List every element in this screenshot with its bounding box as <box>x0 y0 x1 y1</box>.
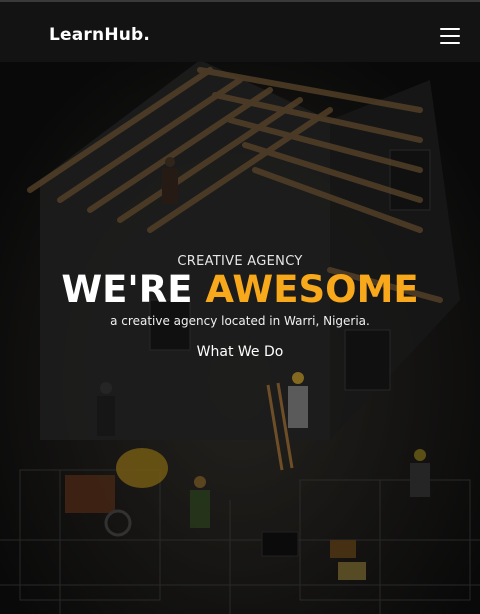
menu-bar-middle <box>440 35 460 37</box>
hero-eyebrow: CREATIVE AGENCY <box>177 254 303 269</box>
headline-white-text: WE'RE <box>61 268 193 311</box>
what-we-do-link[interactable]: What We Do <box>190 341 290 363</box>
top-navigation-bar: LearnHub. <box>0 0 480 62</box>
hero-tagline: a creative agency located in Warri, Nige… <box>110 314 370 328</box>
hamburger-menu-icon[interactable] <box>440 26 462 44</box>
headline-accent-text: AWESOME <box>205 268 419 311</box>
brand-logo[interactable]: LearnHub. <box>49 25 150 45</box>
hero-headline: WE'RE AWESOME <box>0 268 480 311</box>
menu-bar-bottom <box>440 42 460 44</box>
menu-bar-top <box>440 28 460 30</box>
